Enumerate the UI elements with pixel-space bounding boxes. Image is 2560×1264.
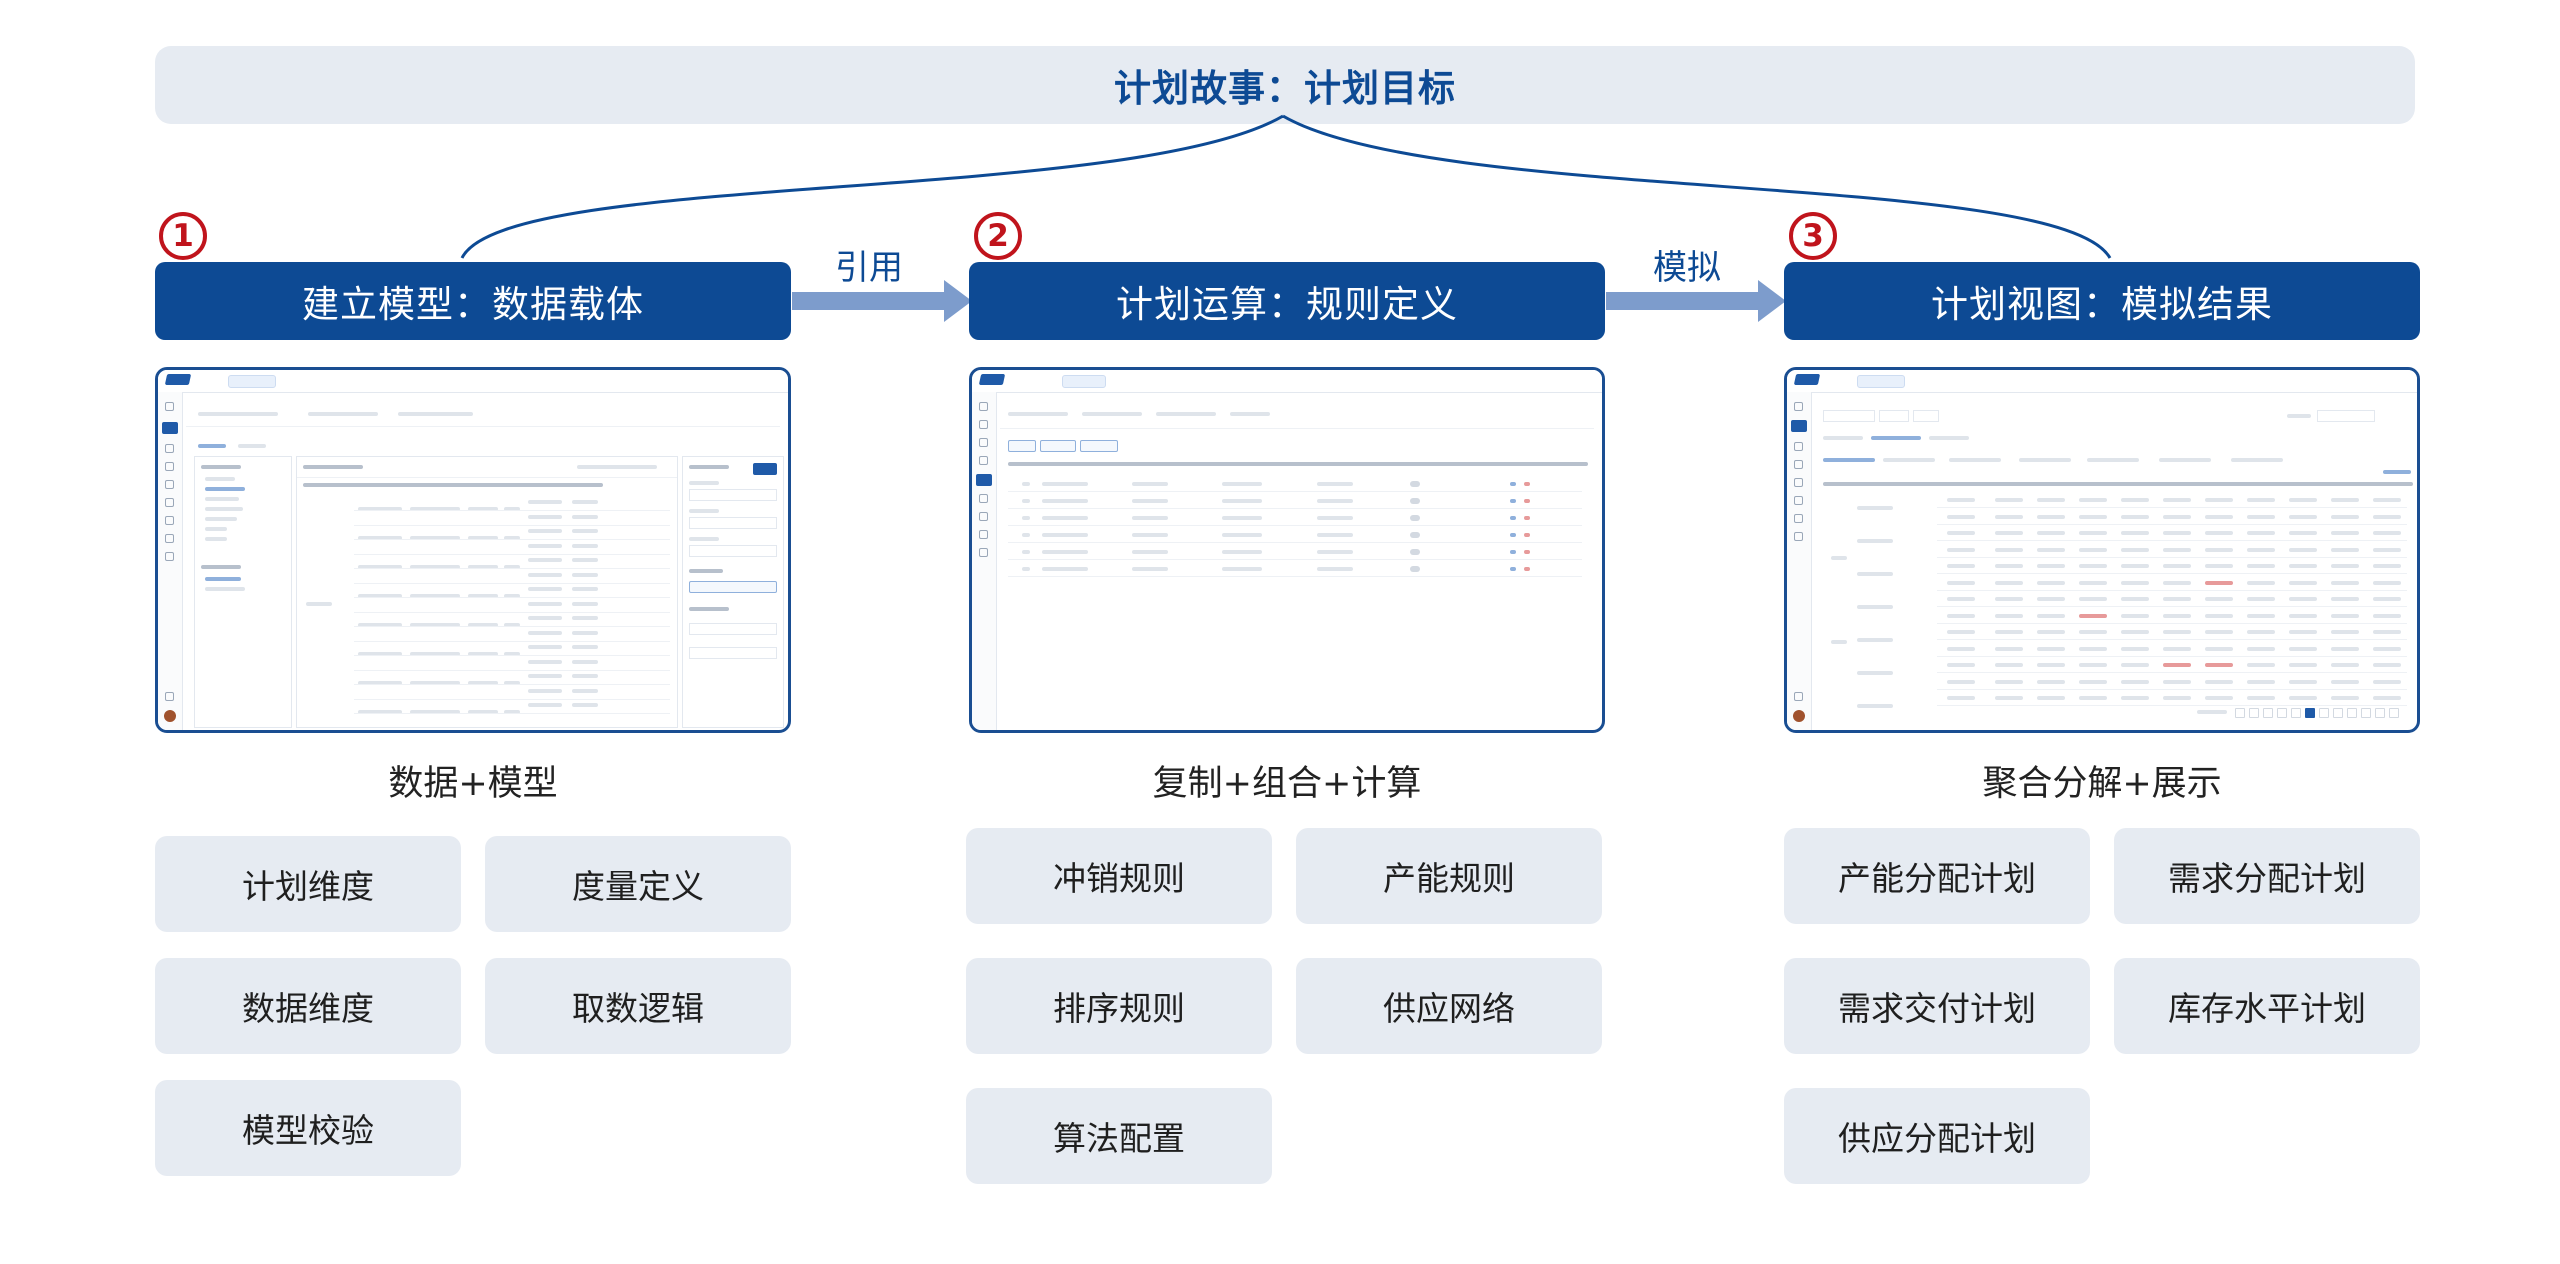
stage-3-item: 库存水平计划	[2114, 958, 2420, 1054]
stage-1-item: 取数逻辑	[485, 958, 791, 1054]
arrow-label-simulate: 模拟	[1653, 248, 1721, 288]
stage-2-item: 排序规则	[966, 958, 1272, 1054]
step-badge-3: 3	[1789, 212, 1837, 260]
modeling-ui-screenshot	[155, 367, 791, 733]
story-title: 计划故事：计划目标	[1114, 67, 1456, 110]
brace-connector	[460, 114, 2112, 259]
step-badge-2: 2	[974, 212, 1022, 260]
stage-1-item: 计划维度	[155, 836, 461, 932]
stage-3-item: 需求分配计划	[2114, 828, 2420, 924]
stage-2-item: 产能规则	[1296, 828, 1602, 924]
stage-1-item: 度量定义	[485, 836, 791, 932]
stage-1-subtitle: 数据+模型	[388, 764, 558, 804]
stage-2-subtitle: 复制+组合+计算	[1152, 764, 1422, 804]
arrow-label-reference: 引用	[835, 248, 903, 288]
step-badge-1: 1	[159, 212, 207, 260]
stage-3-item: 供应分配计划	[1784, 1088, 2090, 1184]
stage-3-header: 计划视图：模拟结果	[1784, 262, 2420, 340]
stage-2-header: 计划运算：规则定义	[969, 262, 1605, 340]
stage-1-item: 模型校验	[155, 1080, 461, 1176]
stage-1-header: 建立模型：数据载体	[155, 262, 791, 340]
rule-config-ui-screenshot	[969, 367, 1605, 733]
stage-1-item: 数据维度	[155, 958, 461, 1054]
stage-2-item: 冲销规则	[966, 828, 1272, 924]
stage-2-item: 供应网络	[1296, 958, 1602, 1054]
stage-3-item: 产能分配计划	[1784, 828, 2090, 924]
stage-2-item: 算法配置	[966, 1088, 1272, 1184]
plan-view-ui-screenshot	[1784, 367, 2420, 733]
stage-3-item: 需求交付计划	[1784, 958, 2090, 1054]
story-title-panel: 计划故事：计划目标	[155, 46, 2415, 124]
stage-3-subtitle: 聚合分解+展示	[1982, 764, 2222, 804]
